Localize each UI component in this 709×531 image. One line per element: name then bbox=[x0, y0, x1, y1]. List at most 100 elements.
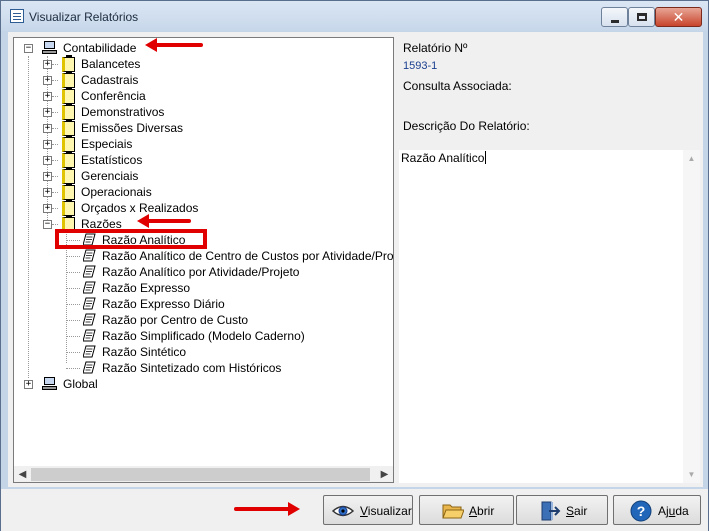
highlight-box-selected-report bbox=[55, 229, 207, 249]
tree-node-global[interactable]: + Global bbox=[14, 376, 393, 392]
expand-icon[interactable]: + bbox=[43, 124, 52, 133]
tree-node-group[interactable]: + Emissões Diversas bbox=[14, 119, 393, 136]
tree-node-label: Emissões Diversas bbox=[81, 121, 184, 135]
tree-node-label: Estatísticos bbox=[81, 153, 143, 167]
tree-node-report[interactable]: Razão Simplificado (Modelo Caderno) bbox=[14, 328, 393, 344]
sair-label: air bbox=[574, 504, 588, 518]
minimize-button[interactable] bbox=[601, 7, 628, 27]
folder-icon bbox=[62, 135, 75, 152]
tree-node-report[interactable]: Razão Sintetizado com Históricos bbox=[14, 360, 393, 376]
tree-node-report[interactable]: Razão Expresso bbox=[14, 280, 393, 296]
expand-icon[interactable]: + bbox=[43, 188, 52, 197]
folder-icon bbox=[62, 199, 75, 216]
tree-node-label: Balancetes bbox=[81, 57, 141, 71]
computer-icon bbox=[42, 41, 57, 54]
eye-icon bbox=[332, 505, 354, 517]
report-viewer-window: Visualizar Relatórios ✕ − Contabilidade … bbox=[0, 0, 709, 531]
tree-node-group[interactable]: + Especiais bbox=[14, 135, 393, 152]
tree-node-label: Conferência bbox=[81, 89, 146, 103]
vertical-scrollbar[interactable]: ▲ ▼ bbox=[683, 150, 700, 483]
report-tree[interactable]: − Contabilidade + Balancetes + Cadastrais … bbox=[13, 37, 394, 483]
tree-node-report[interactable]: Razão Analítico por Atividade/Projeto bbox=[14, 264, 393, 280]
collapse-icon[interactable]: − bbox=[24, 44, 33, 53]
tree-node-label: Razão Expresso Diário bbox=[102, 297, 225, 311]
expand-icon[interactable]: + bbox=[43, 92, 52, 101]
tree-node-group[interactable]: + Demonstrativos bbox=[14, 103, 393, 120]
button-bar: Visualizar Abrir Sair ? Ajuda bbox=[1, 489, 708, 531]
computer-icon bbox=[42, 377, 57, 390]
scroll-left-icon[interactable]: ◀ bbox=[14, 466, 31, 482]
expand-icon[interactable]: + bbox=[43, 204, 52, 213]
tree-node-label: Contabilidade bbox=[63, 41, 137, 55]
description-label: Descrição Do Relatório: bbox=[403, 119, 530, 133]
open-folder-icon bbox=[442, 504, 464, 519]
tree-node-label: Global bbox=[63, 377, 98, 391]
close-icon: ✕ bbox=[672, 9, 685, 25]
visualizar-button[interactable]: Visualizar bbox=[323, 495, 413, 525]
expand-icon[interactable]: + bbox=[24, 380, 33, 389]
scrollbar-thumb[interactable] bbox=[31, 468, 370, 481]
expand-icon[interactable]: + bbox=[43, 60, 52, 69]
ajuda-button[interactable]: ? Ajuda bbox=[613, 495, 701, 525]
collapse-icon[interactable]: − bbox=[43, 220, 52, 229]
help-icon: ? bbox=[630, 500, 652, 522]
tree-node-report[interactable]: Razão Sintético bbox=[14, 344, 393, 360]
folder-icon bbox=[62, 103, 75, 120]
tree-node-group[interactable]: + Cadastrais bbox=[14, 71, 393, 88]
folder-icon bbox=[62, 151, 75, 168]
scroll-right-icon[interactable]: ▶ bbox=[376, 466, 393, 482]
report-document-icon bbox=[83, 345, 96, 358]
report-document-icon bbox=[83, 249, 96, 262]
abrir-label: brir bbox=[477, 504, 495, 518]
scroll-down-icon[interactable]: ▼ bbox=[683, 466, 700, 483]
title-bar[interactable]: Visualizar Relatórios ✕ bbox=[1, 1, 708, 31]
tree-node-group[interactable]: + Balancetes bbox=[14, 55, 393, 72]
report-info-panel: Relatório Nº 1593-1 Consulta Associada: … bbox=[399, 37, 700, 483]
tree-node-label: Razão Expresso bbox=[102, 281, 191, 295]
report-document-icon bbox=[83, 281, 96, 294]
folder-icon bbox=[62, 87, 75, 104]
folder-icon bbox=[62, 55, 75, 72]
folder-icon bbox=[62, 183, 75, 200]
ajuda-label: da bbox=[675, 504, 689, 518]
tree-node-label: Razão Simplificado (Modelo Caderno) bbox=[102, 329, 305, 343]
sair-access-key: S bbox=[566, 504, 575, 518]
expand-icon[interactable]: + bbox=[43, 108, 52, 117]
folder-icon bbox=[62, 119, 75, 136]
tree-node-report[interactable]: Razão por Centro de Custo bbox=[14, 312, 393, 328]
report-app-icon bbox=[10, 9, 24, 23]
client-area: − Contabilidade + Balancetes + Cadastrais … bbox=[8, 32, 703, 487]
expand-icon[interactable]: + bbox=[43, 76, 52, 85]
tree-node-group[interactable]: + Conferência bbox=[14, 87, 393, 104]
description-textarea[interactable]: Razão Analítico ▲ ▼ bbox=[399, 150, 700, 483]
tree-node-group[interactable]: + Operacionais bbox=[14, 183, 393, 200]
folder-icon bbox=[62, 71, 75, 88]
tree-node-label: Razão Analítico de Centro de Custos por … bbox=[102, 249, 394, 263]
report-number-label: Relatório Nº bbox=[403, 41, 468, 55]
tree-node-contabilidade[interactable]: − Contabilidade bbox=[14, 40, 393, 56]
visualizar-access-key: V bbox=[360, 504, 368, 518]
tree-node-group[interactable]: + Gerenciais bbox=[14, 167, 393, 184]
report-document-icon bbox=[83, 297, 96, 310]
sair-button[interactable]: Sair bbox=[516, 495, 608, 525]
tree-node-label: Razão Analítico por Atividade/Projeto bbox=[102, 265, 300, 279]
expand-icon[interactable]: + bbox=[43, 156, 52, 165]
tree-node-label: Cadastrais bbox=[81, 73, 139, 87]
close-button[interactable]: ✕ bbox=[655, 7, 702, 27]
tree-node-report[interactable]: Razão Analítico de Centro de Custos por … bbox=[14, 248, 394, 264]
maximize-button[interactable] bbox=[628, 7, 655, 27]
report-number-value: 1593-1 bbox=[403, 60, 438, 72]
scroll-up-icon[interactable]: ▲ bbox=[683, 150, 700, 167]
abrir-button[interactable]: Abrir bbox=[419, 495, 514, 525]
annotation-arrow-razoes bbox=[137, 214, 191, 228]
maximize-icon bbox=[637, 13, 647, 21]
expand-icon[interactable]: + bbox=[43, 140, 52, 149]
tree-node-report[interactable]: Razão Expresso Diário bbox=[14, 296, 393, 312]
tree-node-group[interactable]: + Orçados x Realizados bbox=[14, 199, 393, 216]
horizontal-scrollbar[interactable]: ◀ ▶ bbox=[14, 466, 393, 482]
minimize-icon bbox=[611, 20, 619, 23]
expand-icon[interactable]: + bbox=[43, 172, 52, 181]
tree-node-label: Razão Sintético bbox=[102, 345, 187, 359]
tree-node-group[interactable]: + Estatísticos bbox=[14, 151, 393, 168]
tree-node-label: Gerenciais bbox=[81, 169, 139, 183]
